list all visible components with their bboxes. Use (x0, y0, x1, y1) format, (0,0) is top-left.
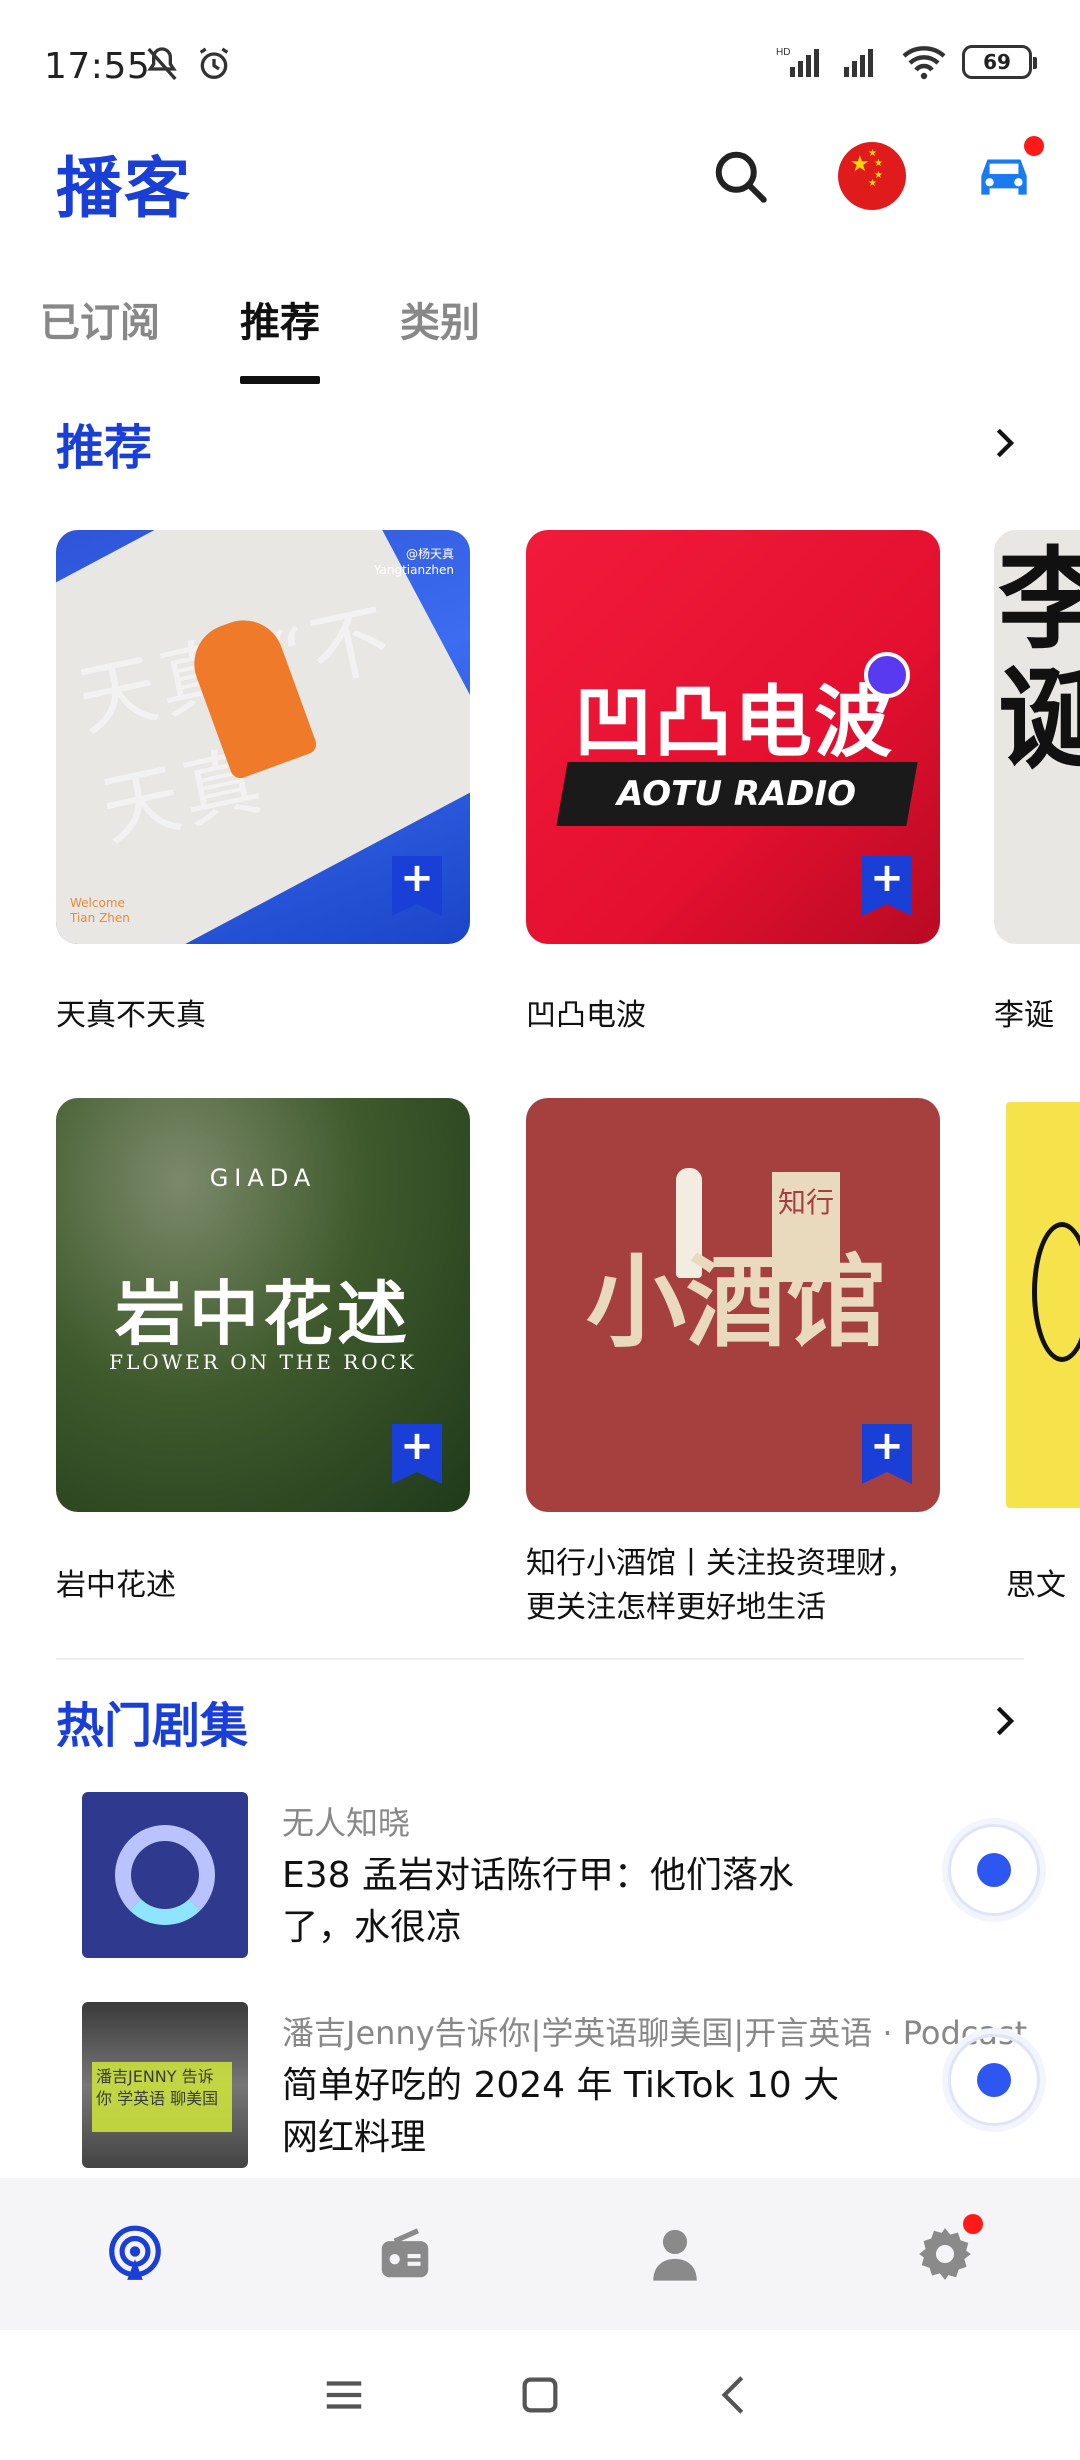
subscribe-button[interactable]: + (862, 856, 912, 916)
subscribe-button[interactable]: + (862, 1424, 912, 1484)
signal-icon-2 (844, 49, 873, 77)
status-bar: 17:55 HD 69 (0, 0, 1080, 130)
episode-thumbnail (82, 1792, 248, 1958)
hot-section-header: 热门剧集 (56, 1686, 1024, 1756)
podcast-cover: GIADA 岩中花述 FLOWER ON THE ROCK + (56, 1098, 470, 1512)
tab-subscribed[interactable]: 已订阅 (40, 290, 160, 372)
notification-dot (1024, 136, 1044, 156)
battery-level: 69 (983, 50, 1011, 74)
podcast-title: 凹凸电波 (526, 998, 646, 1033)
radio-icon (381, 2228, 429, 2278)
header-actions: ★ ★ ★ ★ ★ (704, 136, 1044, 212)
wifi-icon (902, 46, 946, 80)
battery-indicator: 69 (962, 45, 1037, 79)
top-tabs: 已订阅 推荐 类别 (40, 290, 560, 384)
svg-text:HD: HD (776, 47, 790, 58)
page-title: 播客 (56, 150, 192, 227)
podcast-card[interactable]: @杨天真 Yangtianzhen 天真 “不天真” Welcome Tian … (56, 530, 470, 1038)
alarm-icon (199, 47, 229, 79)
car-icon (981, 159, 1027, 195)
region-button[interactable]: ★ ★ ★ ★ ★ (836, 140, 908, 212)
podcast-title: 岩中花述 (56, 1568, 176, 1603)
episode-show-name: 无人知晓 (282, 1804, 411, 1842)
episode-title: 简单好吃的 2024 年 TikTok 10 大网红料理 (282, 2065, 840, 2158)
play-icon (977, 2063, 1011, 2097)
signal-icon: HD (776, 47, 819, 77)
notification-dot (963, 2214, 983, 2234)
podcast-card[interactable]: 思文 (1006, 1102, 1080, 1608)
podcast-card[interactable]: 李诞 李诞 (994, 530, 1080, 1038)
episode-row[interactable]: 无人知晓 E38 孟岩对话陈行甲：他们落水了，水很凉 (82, 1792, 1080, 1962)
podcast-card[interactable]: 小酒馆 知行 + 知行小酒馆丨关注投资理财，更关注怎样更好地生活 (526, 1098, 940, 1630)
play-button[interactable] (948, 2034, 1040, 2126)
recommend-more-button[interactable] (984, 423, 1024, 463)
podcast-card[interactable]: 凹凸电波 AOTU RADIO + 凹凸电波 (526, 530, 940, 1038)
episode-title: E38 孟岩对话陈行甲：他们落水了，水很凉 (282, 1855, 794, 1948)
search-button[interactable] (704, 140, 776, 212)
podcast-card[interactable]: GIADA 岩中花述 FLOWER ON THE ROCK + 岩中花述 (56, 1098, 470, 1608)
podcast-icon (109, 2225, 161, 2280)
podcast-cover: @杨天真 Yangtianzhen 天真 “不天真” Welcome Tian … (56, 530, 470, 944)
podcast-title: 天真不天真 (56, 998, 206, 1033)
nav-profile[interactable] (635, 2214, 715, 2294)
play-button[interactable] (948, 1824, 1040, 1916)
episode-row[interactable]: 潘吉JENNY 告诉你 学英语 聊美国 潘吉Jenny告诉你|学英语聊美国|开言… (82, 2002, 1080, 2178)
nav-settings[interactable] (905, 2214, 985, 2294)
menu-icon[interactable] (321, 2372, 367, 2418)
section-divider (56, 1658, 1024, 1660)
nav-radio[interactable] (365, 2214, 445, 2294)
episode-show-name: 潘吉Jenny告诉你|学英语聊美国|开言英语 · Podcast (282, 2014, 1028, 2052)
subscribe-button[interactable]: + (392, 856, 442, 916)
logo-ring-icon (115, 1825, 215, 1925)
logo-badge-icon (864, 652, 910, 698)
back-icon[interactable] (713, 2372, 759, 2418)
hot-section-title: 热门剧集 (56, 1698, 249, 1754)
china-flag-icon: ★ ★ ★ ★ ★ (838, 142, 906, 210)
podcast-cover: 小酒馆 知行 + (526, 1098, 940, 1512)
status-right-icons: HD 69 (776, 44, 1037, 80)
podcast-title: 思文 (1006, 1568, 1066, 1603)
chevron-right-icon (996, 428, 1015, 458)
episode-thumbnail: 潘吉JENNY 告诉你 学英语 聊美国 (82, 2002, 248, 2168)
search-icon (715, 151, 767, 203)
podcast-cover (1006, 1102, 1080, 1508)
status-left-icons (142, 44, 234, 84)
recommend-section-title: 推荐 (56, 420, 153, 476)
recommend-section-header: 推荐 (56, 408, 1024, 478)
podcast-cover: 凹凸电波 AOTU RADIO + (526, 530, 940, 944)
podcast-cover: 李诞 (994, 530, 1080, 944)
system-nav-bar (0, 2330, 1080, 2460)
car-mode-button[interactable] (968, 136, 1044, 212)
person-icon (653, 2229, 697, 2281)
tab-categories[interactable]: 类别 (400, 290, 480, 372)
hot-more-button[interactable] (984, 1701, 1024, 1741)
play-icon (977, 1853, 1011, 1887)
bell-off-icon (147, 47, 177, 81)
nav-podcasts[interactable] (95, 2214, 175, 2294)
chevron-right-icon (996, 1706, 1015, 1736)
tab-recommended[interactable]: 推荐 (240, 290, 320, 384)
podcast-title: 知行小酒馆丨关注投资理财，更关注怎样更好地生活 (526, 1546, 916, 1625)
subscribe-button[interactable]: + (392, 1424, 442, 1484)
status-time: 17:55 (44, 46, 151, 87)
home-icon[interactable] (517, 2372, 563, 2418)
bottom-nav (0, 2178, 1080, 2330)
podcast-title: 李诞 (994, 998, 1054, 1033)
